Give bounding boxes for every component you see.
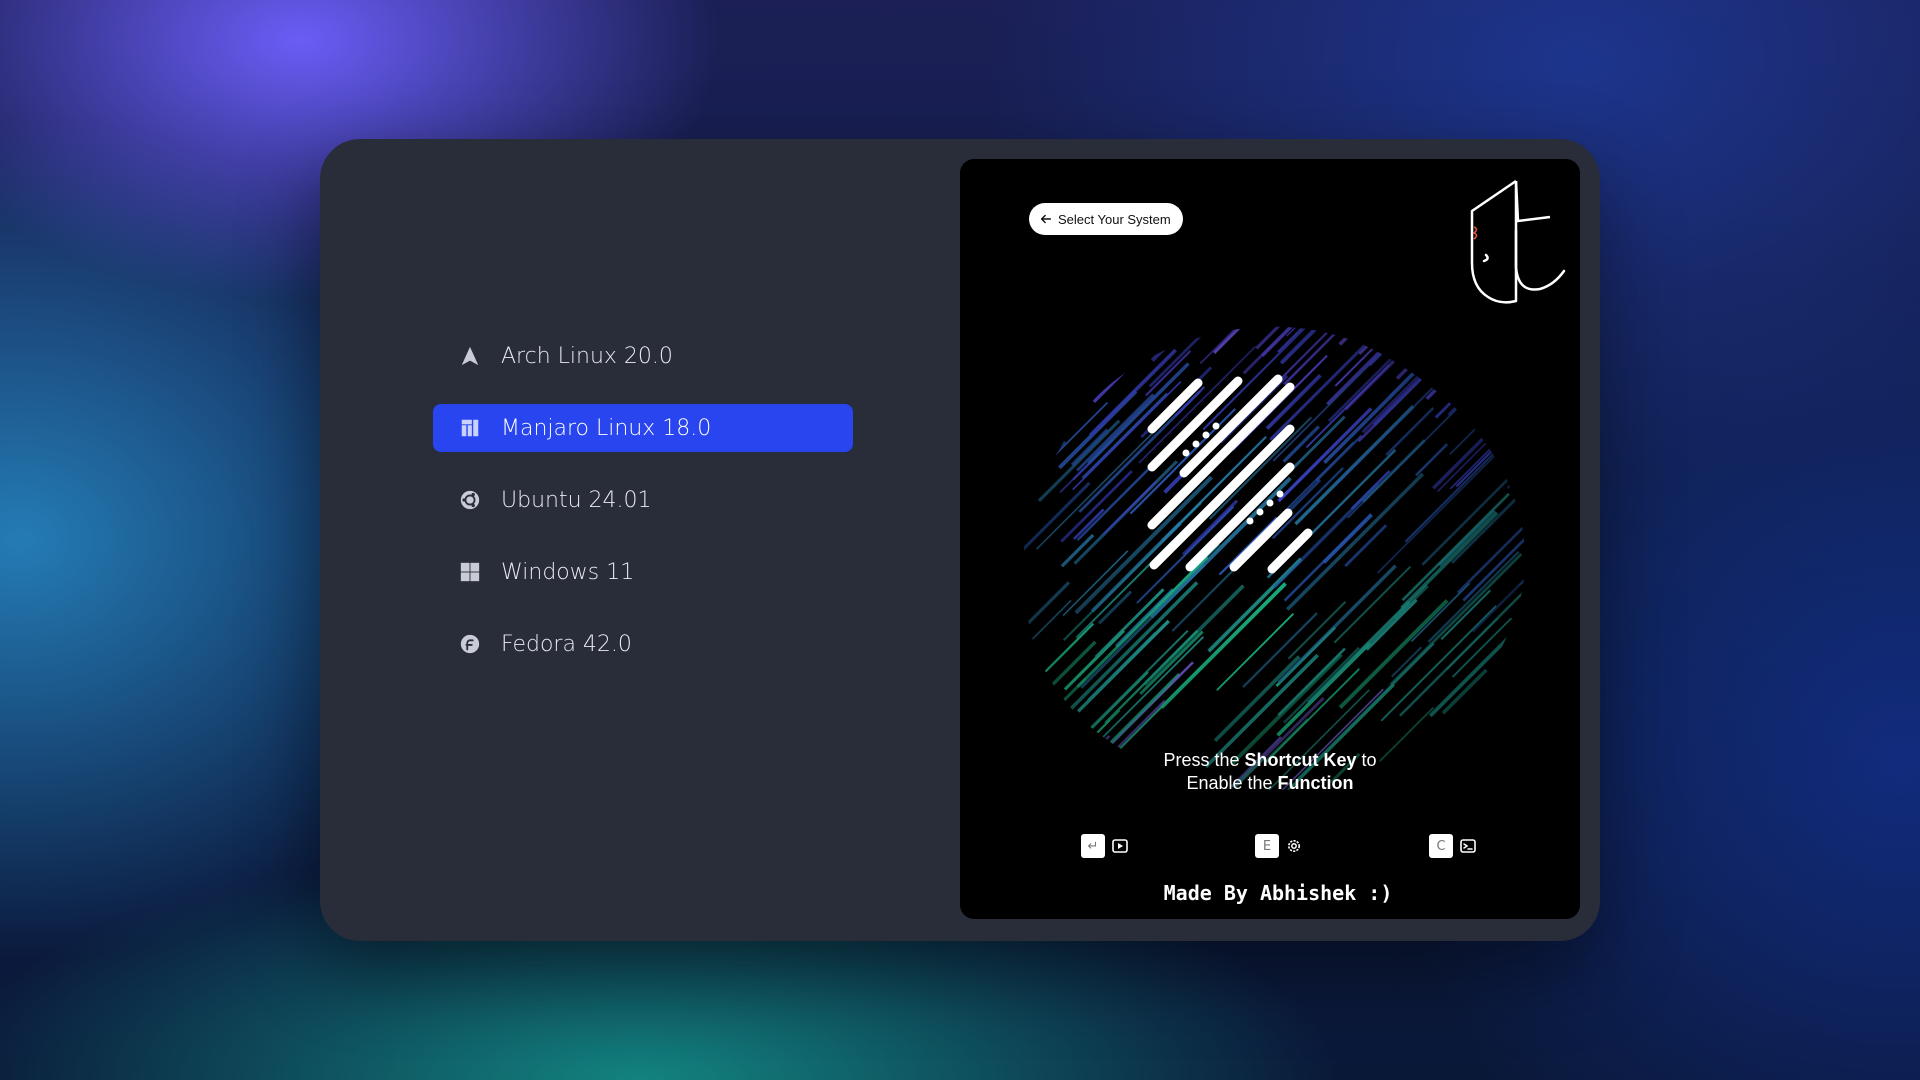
menu-item-label: Manjaro Linux 18.0 (501, 415, 712, 441)
streak-line (1528, 502, 1550, 592)
streak-line (1059, 326, 1184, 349)
streak-line (1104, 299, 1226, 311)
streak-line (1338, 326, 1400, 346)
menu-item-manjaro[interactable]: Manjaro Linux 18.0 (433, 404, 853, 452)
streak-line (1456, 336, 1501, 381)
streak-line (1069, 299, 1116, 317)
select-system-label: Select Your System (1058, 211, 1171, 227)
arch-icon (459, 345, 481, 367)
streak-line (1280, 299, 1327, 314)
menu-item-label: Ubuntu 24.01 (501, 487, 652, 513)
shortcut-run[interactable]: ↵ (1081, 834, 1129, 858)
menu-item-windows[interactable]: Windows 11 (433, 548, 853, 596)
enter-key[interactable]: ↵ (1081, 834, 1105, 858)
settings-icon (1285, 837, 1303, 855)
streak-line (1023, 342, 1082, 405)
menu-item-label: Windows 11 (501, 559, 635, 585)
shortcut-settings[interactable]: E (1255, 834, 1303, 858)
select-system-button[interactable]: Select Your System (1029, 203, 1183, 235)
arrow-left-icon (1039, 212, 1053, 226)
streak-line (1069, 349, 1113, 392)
menu-item-ubuntu[interactable]: Ubuntu 24.01 (433, 476, 853, 524)
streak-line (1473, 333, 1525, 404)
preview-panel: Select Your System Press the Shortcut Ke… (960, 159, 1580, 919)
streak-line (1358, 326, 1434, 355)
tagline-line-1: Press the Shortcut Key to (1163, 750, 1377, 770)
streak-line (1460, 326, 1525, 379)
shortcut-terminal[interactable]: C (1429, 834, 1477, 858)
tagline-line-2: Enable the Function (1186, 773, 1354, 793)
menu-item-fedora[interactable]: Fedora 42.0 (433, 620, 853, 668)
menu-item-label: Fedora 42.0 (501, 631, 632, 657)
boot-menu-window: Arch Linux 20.0 Manjaro Linux 18.0 Ubunt… (320, 139, 1600, 941)
menu-item-label: Arch Linux 20.0 (501, 343, 673, 369)
os-menu: Arch Linux 20.0 Manjaro Linux 18.0 Ubunt… (433, 332, 853, 692)
streak-line (1055, 326, 1106, 346)
streak-line (1337, 326, 1426, 329)
terminal-icon (1459, 837, 1477, 855)
manjaro-icon (459, 417, 481, 439)
abstract-sphere-artwork (1023, 299, 1550, 790)
streak-line (1542, 340, 1550, 467)
streak-line (1157, 299, 1278, 319)
streak-line (1517, 326, 1525, 413)
streak-line (1549, 560, 1550, 625)
streak-line (1023, 360, 1085, 421)
streak-line (1067, 326, 1191, 344)
streak-line (1056, 299, 1144, 320)
ubuntu-icon (459, 489, 481, 511)
credit-text: Made By Abhishek :) (1163, 881, 1393, 905)
streak-line (1161, 299, 1207, 310)
streak-line (1425, 326, 1525, 401)
streak-line (1445, 326, 1480, 343)
streak-line (1530, 376, 1550, 509)
streak-line (1377, 326, 1464, 350)
play-icon (1111, 837, 1129, 855)
e-key[interactable]: E (1255, 834, 1279, 858)
streak-line (1030, 326, 1170, 329)
streak-line (1034, 326, 1173, 345)
shortcut-bar: ↵ E C (960, 834, 1580, 860)
streak-line (1516, 689, 1525, 727)
streak-line (1195, 299, 1230, 323)
streak-line (1536, 615, 1550, 730)
windows-icon (459, 561, 481, 583)
streak-line (1528, 536, 1550, 649)
streak-line (1490, 689, 1525, 730)
fedora-icon (459, 633, 481, 655)
streak-line (1051, 326, 1103, 368)
streak-line (1506, 431, 1525, 489)
streak-line (1510, 414, 1525, 448)
streak-line (1547, 545, 1550, 577)
streak-line (1545, 401, 1550, 478)
streak-line (1085, 299, 1197, 316)
brand-logo (1470, 179, 1566, 304)
c-key[interactable]: C (1429, 834, 1453, 858)
menu-item-arch[interactable]: Arch Linux 20.0 (433, 332, 853, 380)
streak-line (1447, 326, 1525, 416)
streak-line (1466, 372, 1505, 411)
